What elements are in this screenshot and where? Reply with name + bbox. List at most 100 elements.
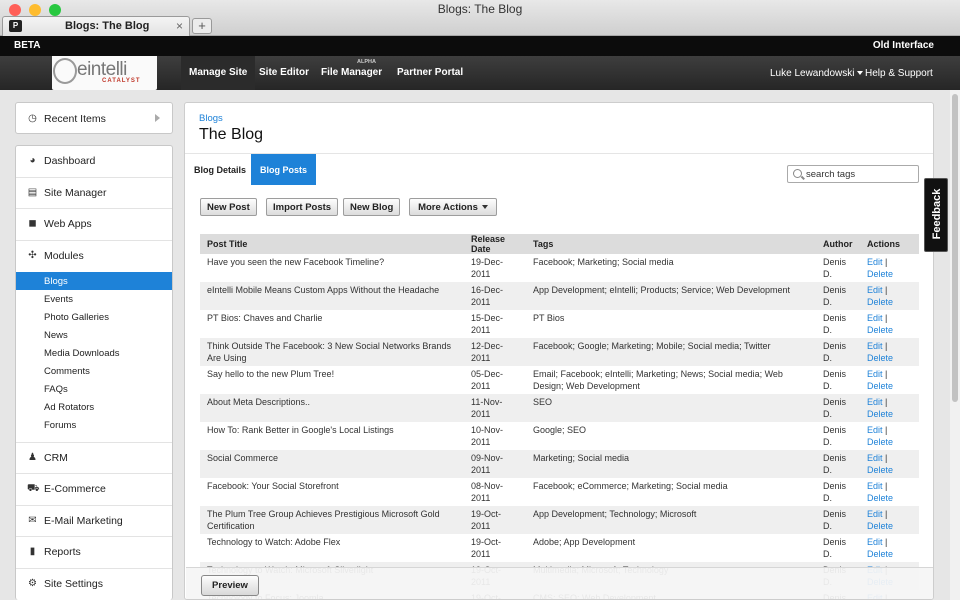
recent-items-label: Recent Items [44,113,106,125]
actions-cell: Edit | Delete [860,310,919,338]
browser-tab[interactable]: P Blogs: The Blog × [2,16,190,36]
footer-bar: Preview [186,567,933,599]
column-header[interactable]: Tags [526,234,816,254]
search-input[interactable] [806,167,916,181]
table-row[interactable]: Technology to Watch: Adobe Flex 19-Oct-20… [200,534,919,562]
sidebar-item-blogs[interactable]: Blogs [16,272,172,290]
column-header[interactable]: Author [816,234,860,254]
edit-link[interactable]: Edit [867,453,883,463]
new-blog-button[interactable]: New Blog [343,198,401,216]
delete-link[interactable]: Delete [867,409,893,419]
edit-link[interactable]: Edit [867,397,883,407]
sidebar-item-ad-rotators[interactable]: Ad Rotators [16,398,172,416]
window-titlebar: Blogs: The Blog P Blogs: The Blog × + [0,0,960,36]
tab-blog-details[interactable]: Blog Details [185,154,255,185]
search-tags-field[interactable] [787,165,919,183]
site-manager-icon: ▤ [27,187,38,198]
separator: | [885,509,888,519]
separator: | [885,341,888,351]
table-row[interactable]: About Meta Descriptions.. 11-Nov-2011 SEO D… [200,394,919,422]
import-posts-button[interactable]: Import Posts [266,198,339,216]
table-row[interactable]: PT Bios: Chaves and Charlie 15-Dec-2011 PT… [200,310,919,338]
sidebar-item-modules[interactable]: ✣ Modules [16,240,172,271]
edit-link[interactable]: Edit [867,425,883,435]
edit-link[interactable]: Edit [867,369,883,379]
close-tab-icon[interactable]: × [176,19,183,33]
sidebar-item-news[interactable]: News [16,326,172,344]
table-row[interactable]: Social Commerce 09-Nov-2011 Marketing; Soc… [200,450,919,478]
sidebar-item-label: Web Apps [44,218,92,230]
tags-cell: Facebook; eCommerce; Marketing; Social m… [533,481,728,491]
new-tab-button[interactable]: + [192,18,212,34]
sidebar-item-e-commerce[interactable]: ⛟ E-Commerce [16,473,172,504]
nav-site-editor[interactable]: Site Editor [259,67,309,78]
close-window-icon[interactable] [9,4,21,16]
table-row[interactable]: eIntelli Mobile Means Custom Apps Withou… [200,282,919,310]
tab-title: Blogs: The Blog [65,20,150,32]
column-header[interactable]: Post Title [200,234,464,254]
post-title-cell: Social Commerce [200,450,464,478]
delete-link[interactable]: Delete [867,465,893,475]
new-post-button[interactable]: New Post [200,198,257,216]
nav-file-manager[interactable]: File Manager [321,67,382,78]
release-date-cell: 09-Nov-2011 [464,450,526,478]
sidebar-item-photo-galleries[interactable]: Photo Galleries [16,308,172,326]
delete-link[interactable]: Delete [867,493,893,503]
edit-link[interactable]: Edit [867,285,883,295]
sidebar-item-label: Comments [44,366,90,377]
table-row[interactable]: Facebook: Your Social Storefront 08-Nov-2… [200,478,919,506]
sidebar-item-events[interactable]: Events [16,290,172,308]
nav-partner-portal[interactable]: Partner Portal [397,67,463,78]
preview-button[interactable]: Preview [201,575,259,596]
delete-link[interactable]: Delete [867,297,893,307]
old-interface-link[interactable]: Old Interface [873,40,934,51]
delete-link[interactable]: Delete [867,269,893,279]
release-date-cell: 19-Oct-2011 [471,537,502,559]
edit-link[interactable]: Edit [867,509,883,519]
sidebar-item-forums[interactable]: Forums [16,416,172,434]
table-row[interactable]: Think Outside The Facebook: 3 New Social… [200,338,919,366]
help-support-link[interactable]: Help & Support [865,68,933,79]
recent-items-box[interactable]: ◷ Recent Items [15,102,173,134]
page-scrollbar[interactable] [950,90,960,600]
user-menu[interactable]: Luke Lewandowski [770,68,863,79]
sidebar-item-web-apps[interactable]: ◼ Web Apps [16,208,172,239]
sidebar-item-reports[interactable]: ▮ Reports [16,536,172,567]
table-row[interactable]: How To: Rank Better in Google's Local Li… [200,422,919,450]
scrollbar-thumb[interactable] [952,94,958,402]
separator: | [885,397,888,407]
table-row[interactable]: Have you seen the new Facebook Timeline?… [200,254,919,282]
edit-link[interactable]: Edit [867,313,883,323]
breadcrumb[interactable]: Blogs [199,113,223,124]
table-row[interactable]: Say hello to the new Plum Tree! 05-Dec-20… [200,366,919,394]
sidebar-item-email-marketing[interactable]: ✉ E-Mail Marketing [16,505,172,536]
tab-blog-posts[interactable]: Blog Posts [251,154,317,185]
edit-link[interactable]: Edit [867,257,883,267]
delete-link[interactable]: Delete [867,549,893,559]
cart-icon: ⛟ [27,483,40,494]
sidebar-item-comments[interactable]: Comments [16,362,172,380]
more-actions-button[interactable]: More Actions [409,198,497,216]
delete-link[interactable]: Delete [867,521,893,531]
sidebar-item-site-manager[interactable]: ▤ Site Manager [16,177,172,208]
table-row[interactable]: The Plum Tree Group Achieves Prestigious… [200,506,919,534]
edit-link[interactable]: Edit [867,481,883,491]
zoom-window-icon[interactable] [49,4,61,16]
delete-link[interactable]: Delete [867,353,893,363]
delete-link[interactable]: Delete [867,325,893,335]
sidebar-item-faqs[interactable]: FAQs [16,380,172,398]
sidebar-item-media-downloads[interactable]: Media Downloads [16,344,172,362]
sidebar-item-crm[interactable]: ♟ CRM [16,442,172,473]
edit-link[interactable]: Edit [867,537,883,547]
logo[interactable]: eintelli CATALYST [52,56,157,90]
feedback-tab[interactable]: Feedback [924,178,948,252]
delete-link[interactable]: Delete [867,381,893,391]
sidebar-item-site-settings[interactable]: ⚙ Site Settings [16,568,172,599]
nav-manage-site[interactable]: Manage Site [181,56,256,90]
edit-link[interactable]: Edit [867,341,883,351]
delete-link[interactable]: Delete [867,437,893,447]
column-header[interactable]: Release Date [464,234,526,254]
minimize-window-icon[interactable] [29,4,41,16]
post-title-cell: Think Outside The Facebook: 3 New Social… [200,338,464,366]
sidebar-item-dashboard[interactable]: ◕ Dashboard [16,146,172,177]
